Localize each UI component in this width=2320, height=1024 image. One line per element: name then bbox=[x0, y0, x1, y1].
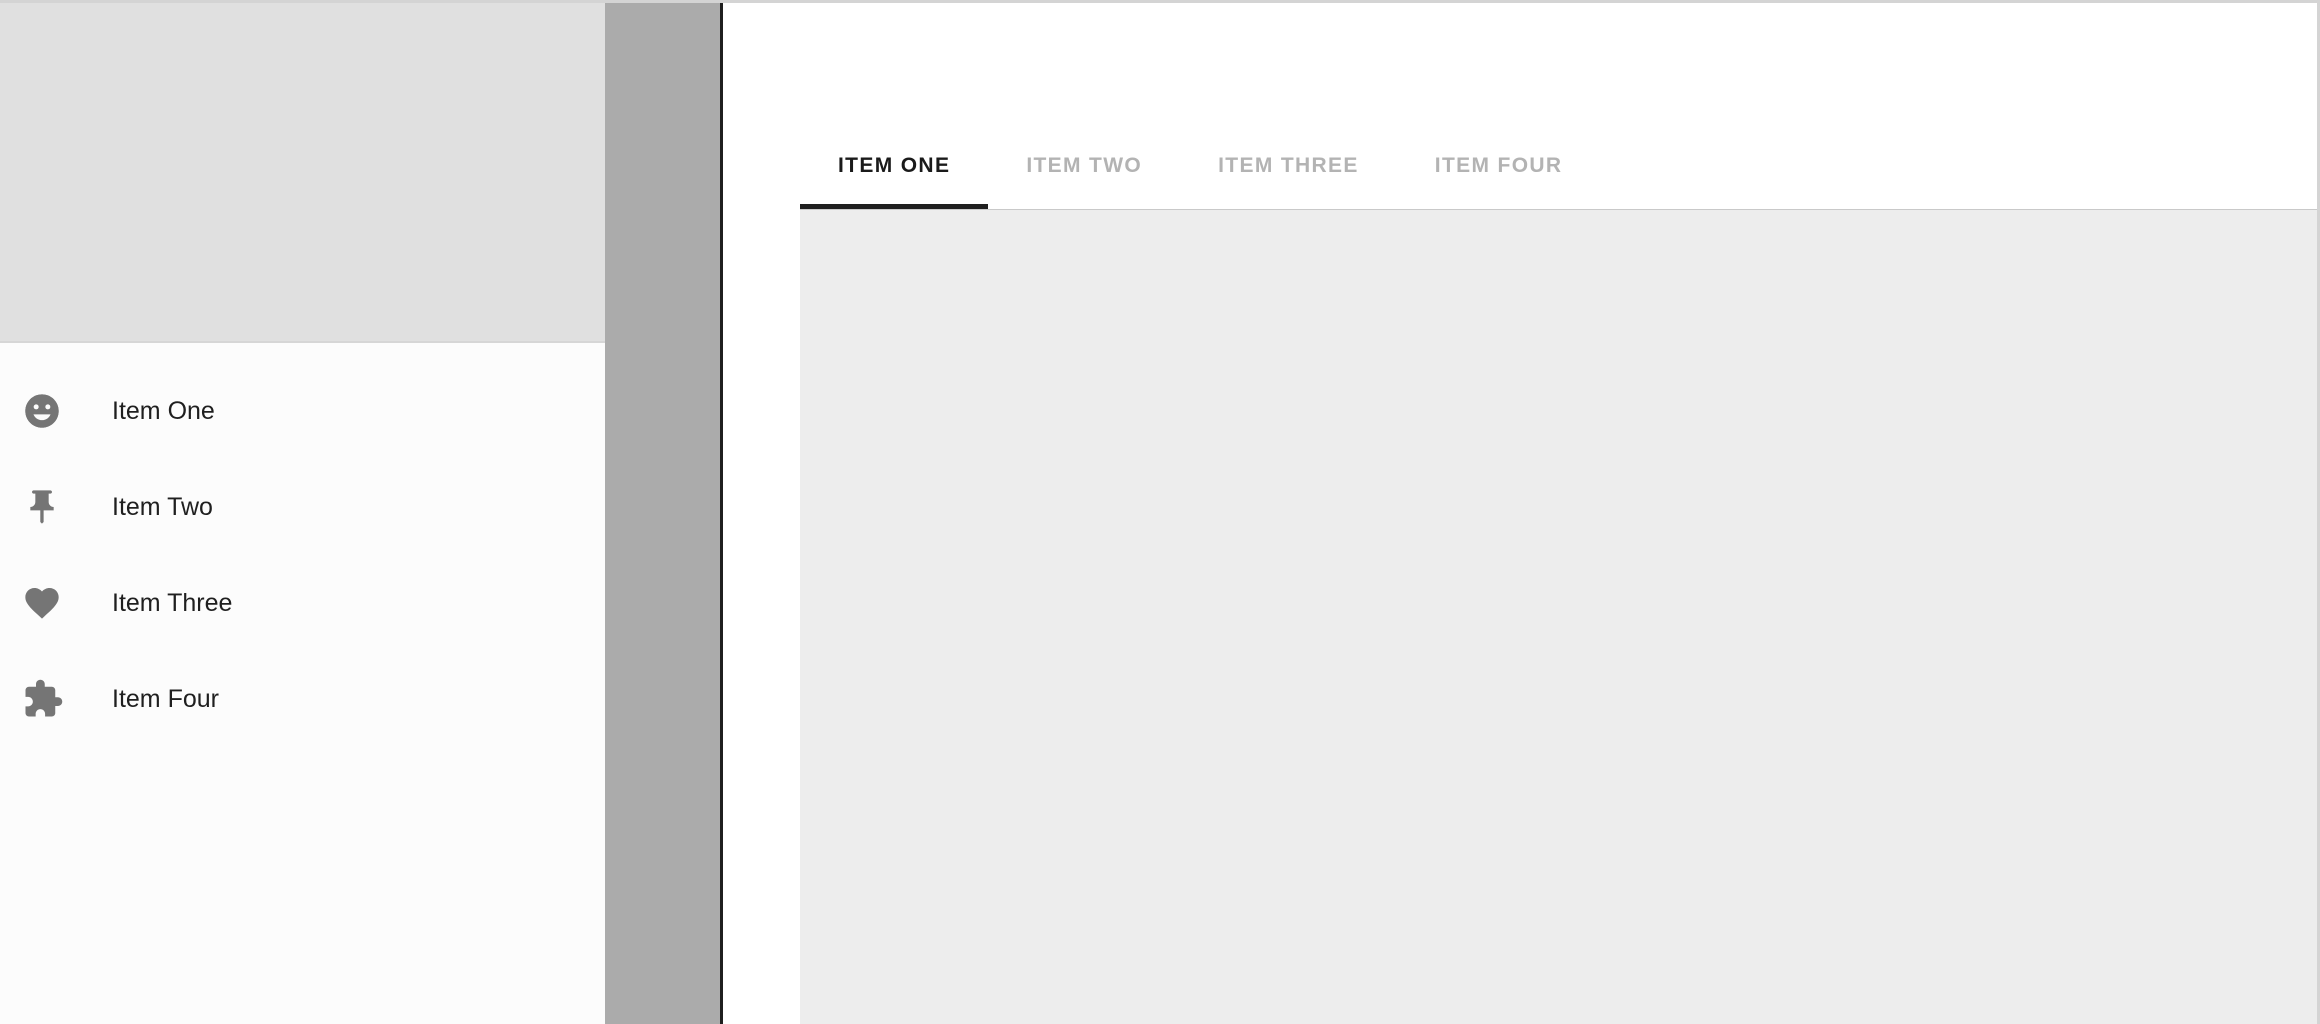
puzzle-piece-icon bbox=[22, 677, 74, 721]
drawer-item-one[interactable]: Item One bbox=[0, 363, 605, 459]
drawer-item-two[interactable]: Item Two bbox=[0, 459, 605, 555]
navigation-drawer-region: Item One Item Two Item Three Item Four bbox=[0, 3, 723, 1024]
drawer-item-one-label: Item One bbox=[112, 396, 215, 425]
drawer-item-four-label: Item Four bbox=[112, 684, 219, 713]
drawer-item-four[interactable]: Item Four bbox=[0, 651, 605, 747]
drawer-item-three[interactable]: Item Three bbox=[0, 555, 605, 651]
tab-item-two[interactable]: ITEM TWO bbox=[988, 123, 1180, 209]
pushpin-icon bbox=[22, 485, 74, 529]
tab-item-four[interactable]: ITEM FOUR bbox=[1397, 123, 1601, 209]
tab-item-one-label: ITEM ONE bbox=[838, 154, 951, 177]
drawer-item-three-label: Item Three bbox=[112, 588, 233, 617]
app-panel: ITEM ONE ITEM TWO ITEM THREE ITEM FOUR bbox=[800, 3, 2317, 1024]
navigation-drawer: Item One Item Two Item Three Item Four bbox=[0, 3, 605, 1024]
tab-item-four-label: ITEM FOUR bbox=[1434, 154, 1563, 177]
drawer-header bbox=[0, 3, 605, 343]
tab-panel-content bbox=[800, 210, 2317, 1024]
app-window: Item One Item Two Item Three Item Four I… bbox=[0, 0, 2320, 1024]
tab-item-three[interactable]: ITEM THREE bbox=[1180, 123, 1397, 209]
tab-item-two-label: ITEM TWO bbox=[1026, 154, 1143, 177]
app-bar: ITEM ONE ITEM TWO ITEM THREE ITEM FOUR bbox=[800, 3, 2317, 209]
drawer-item-two-label: Item Two bbox=[112, 492, 213, 521]
drawer-item-list: Item One Item Two Item Three Item Four bbox=[0, 345, 605, 1024]
tab-item-three-label: ITEM THREE bbox=[1218, 154, 1359, 177]
tab-panel bbox=[800, 209, 2317, 1024]
tab-item-one[interactable]: ITEM ONE bbox=[800, 123, 989, 209]
heart-icon bbox=[22, 581, 74, 625]
tab-bar: ITEM ONE ITEM TWO ITEM THREE ITEM FOUR bbox=[800, 123, 2317, 209]
mood-icon bbox=[22, 389, 74, 433]
app-bar-title bbox=[800, 3, 2317, 123]
